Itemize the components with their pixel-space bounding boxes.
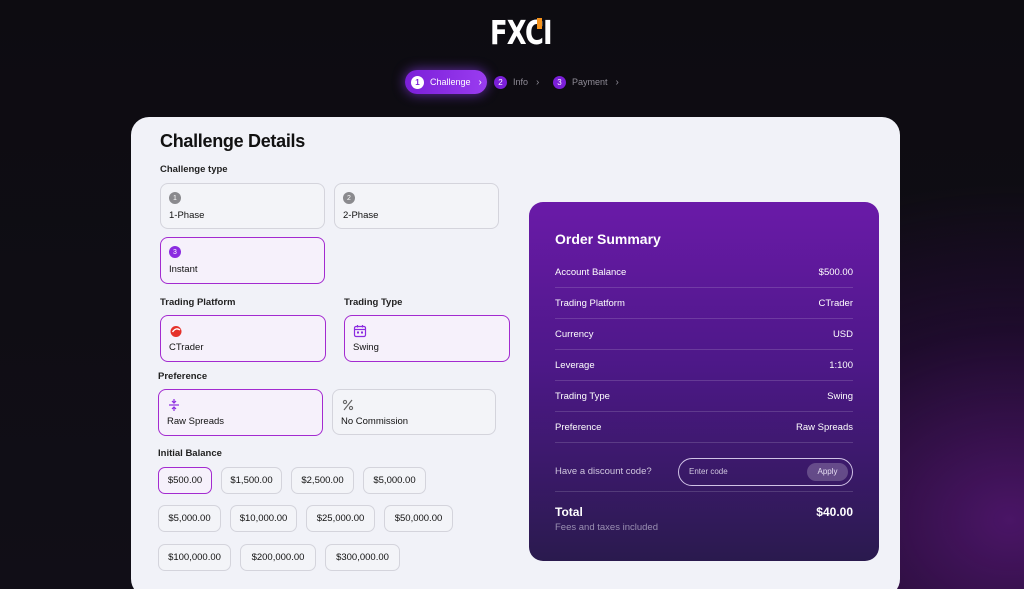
apply-discount-button[interactable]: Apply <box>807 462 848 481</box>
initial-balance-label: Initial Balance <box>158 448 222 459</box>
preference-option-no-commission[interactable]: No Commission <box>332 389 496 435</box>
trading-platform-option-ctrader[interactable]: CTrader <box>160 315 326 362</box>
option-label: Raw Spreads <box>167 416 225 427</box>
option-label: CTrader <box>169 342 204 353</box>
option-label: No Commission <box>341 416 409 427</box>
summary-row-label: Leverage <box>555 359 595 371</box>
summary-row-currency: Currency USD <box>555 319 853 350</box>
step-label: Payment <box>572 77 608 87</box>
trading-type-option-swing[interactable]: Swing <box>344 315 510 362</box>
summary-row-value: CTrader <box>818 297 854 309</box>
total-value: $40.00 <box>816 505 853 519</box>
discount-code-field: Apply <box>678 457 853 486</box>
summary-row-value: USD <box>832 328 853 340</box>
logo-accent-mark <box>537 18 542 29</box>
percent-icon <box>342 399 354 411</box>
page-title: Challenge Details <box>160 131 305 151</box>
challenge-option-1-phase[interactable]: 1 1-Phase <box>160 183 325 229</box>
option-label: Instant <box>169 264 198 275</box>
step-number: 1 <box>411 75 424 89</box>
summary-row-value: Swing <box>827 390 853 402</box>
summary-row-trading-platform: Trading Platform CTrader <box>555 288 853 319</box>
summary-row-value: 1:100 <box>829 359 853 371</box>
preference-label: Preference <box>158 371 208 382</box>
balance-option[interactable]: $500.00 <box>158 467 212 494</box>
step-label: Info <box>513 77 529 87</box>
option-label: 2-Phase <box>343 210 379 221</box>
summary-row-trading-type: Trading Type Swing <box>555 381 853 412</box>
option-number-badge: 2 <box>343 192 355 204</box>
ctrader-icon <box>170 326 182 337</box>
summary-row-label: Account Balance <box>555 266 627 278</box>
step-number: 3 <box>553 75 566 89</box>
logo-text: FXCI <box>490 13 553 52</box>
balance-option[interactable]: $1,500.00 <box>221 467 282 494</box>
total-label: Total <box>555 505 583 519</box>
checkout-stepper: 1 Challenge › 2 Info › 3 Payment › <box>0 70 1024 94</box>
summary-row-value: Raw Spreads <box>795 421 853 433</box>
summary-row-label: Trading Type <box>555 390 610 402</box>
order-summary-title: Order Summary <box>555 231 661 247</box>
summary-row-account-balance: Account Balance $500.00 <box>555 257 853 288</box>
option-number-badge: 1 <box>169 192 181 204</box>
trading-platform-label: Trading Platform <box>160 297 236 308</box>
preference-option-raw-spreads[interactable]: Raw Spreads <box>158 389 323 436</box>
balance-option[interactable]: $10,000.00 <box>230 505 297 532</box>
balance-option[interactable]: $300,000.00 <box>325 544 400 571</box>
balance-option[interactable]: $50,000.00 <box>384 505 453 532</box>
discount-code-input[interactable] <box>689 467 799 476</box>
balance-option[interactable]: $5,000.00 <box>158 505 221 532</box>
challenge-details-card: Challenge Details Challenge type 1 1-Pha… <box>131 117 900 589</box>
step-info[interactable]: 2 Info › <box>494 70 539 94</box>
total-subtext: Fees and taxes included <box>555 522 658 533</box>
discount-code-row: Have a discount code? Apply <box>555 452 853 492</box>
chevron-right-icon: › <box>478 76 482 88</box>
option-label: 1-Phase <box>169 210 205 221</box>
summary-row-label: Currency <box>555 328 594 340</box>
challenge-option-instant[interactable]: 3 Instant <box>160 237 325 284</box>
option-label: Swing <box>353 342 379 353</box>
balance-option[interactable]: $5,000.00 <box>363 467 426 494</box>
option-number-badge: 3 <box>169 246 181 258</box>
step-payment[interactable]: 3 Payment › <box>553 70 619 94</box>
balance-option[interactable]: $100,000.00 <box>158 544 231 571</box>
summary-row-label: Trading Platform <box>555 297 625 309</box>
step-label: Challenge <box>430 77 471 87</box>
spread-icon <box>169 399 179 411</box>
summary-row-label: Preference <box>555 421 602 433</box>
chevron-right-icon: › <box>536 76 540 88</box>
step-number: 2 <box>494 75 507 89</box>
challenge-option-2-phase[interactable]: 2 2-Phase <box>334 183 499 229</box>
calendar-icon <box>353 325 367 338</box>
trading-type-label: Trading Type <box>344 297 403 308</box>
step-challenge[interactable]: 1 Challenge › <box>405 70 487 94</box>
chevron-right-icon: › <box>615 76 619 88</box>
balance-option[interactable]: $2,500.00 <box>291 467 354 494</box>
discount-question: Have a discount code? <box>555 466 652 477</box>
summary-row-value: $500.00 <box>818 266 853 278</box>
summary-row-leverage: Leverage 1:100 <box>555 350 853 381</box>
balance-option[interactable]: $25,000.00 <box>306 505 375 532</box>
summary-row-preference: Preference Raw Spreads <box>555 412 853 443</box>
balance-option[interactable]: $200,000.00 <box>240 544 316 571</box>
challenge-type-label: Challenge type <box>160 164 228 175</box>
fxci-logo: FXCI <box>490 14 569 52</box>
order-summary-panel: Order Summary Account Balance $500.00 Tr… <box>529 202 879 561</box>
